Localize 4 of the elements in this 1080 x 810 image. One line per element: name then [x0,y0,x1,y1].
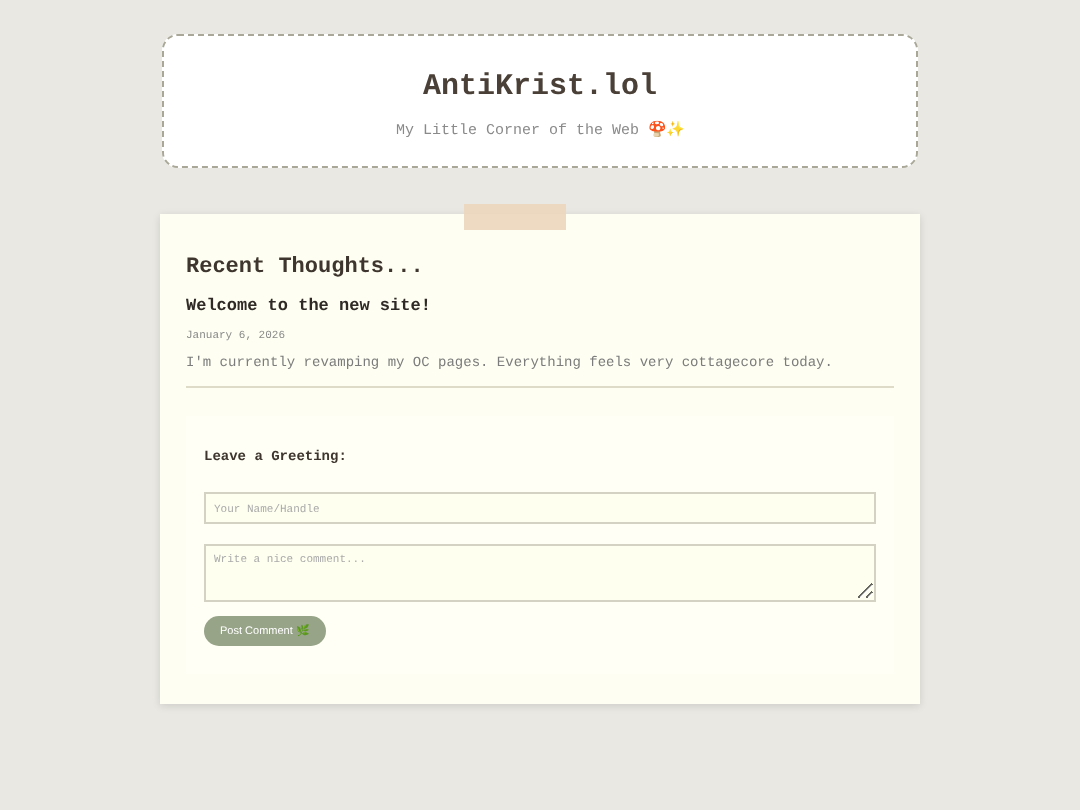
site-title: AntiKrist.lol [422,68,658,108]
post-title: Welcome to the new site! [186,294,433,318]
tape [464,204,566,230]
section-title: Recent Thoughts... [186,254,426,282]
